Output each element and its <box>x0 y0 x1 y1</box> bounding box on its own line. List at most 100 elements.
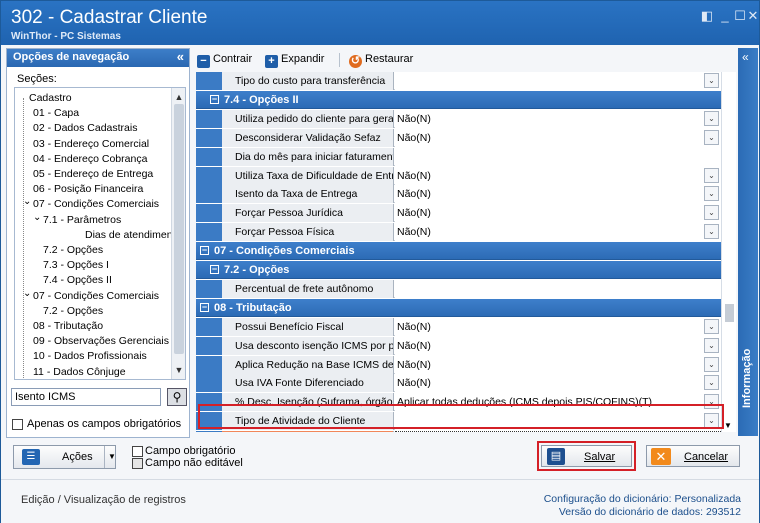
property-value[interactable]: Não(N)⌄ <box>395 185 721 204</box>
property-value[interactable]: Não(N)⌄ <box>395 109 721 128</box>
grid-category[interactable]: −07 - Condições Comerciais <box>196 242 721 261</box>
collapse-category-icon[interactable]: − <box>210 265 219 274</box>
grid-category[interactable]: −7.2 - Opções <box>196 261 721 279</box>
nav-item[interactable]: 09 - Observações Gerenciais <box>33 335 169 347</box>
property-value[interactable]: Não(N)⌄ <box>395 374 721 393</box>
scroll-down-icon[interactable]: ▼ <box>172 363 185 377</box>
collapse-nav-icon[interactable]: « <box>177 49 184 64</box>
chevron-down-icon[interactable]: ⌄ <box>704 73 719 88</box>
property-value[interactable]: Não(N)⌄ <box>395 204 721 223</box>
grid-category[interactable]: −7.4 - Opções II <box>196 90 721 109</box>
grid-row[interactable]: Utiliza pedido do cliente para geraç Não(… <box>196 109 721 128</box>
grid-row[interactable]: Usa IVA Fonte Diferenciado Não(N) ⌄ <box>196 374 721 393</box>
tree-guide-line <box>23 98 24 379</box>
nav-item[interactable]: 07 - Condições Comerciais <box>33 290 159 302</box>
nav-item[interactable]: 08 - Tributação <box>33 320 103 332</box>
cancel-label: Cancelar <box>684 451 729 463</box>
save-button[interactable]: ▤ Salvar <box>541 445 632 467</box>
grid-scroll-thumb[interactable] <box>725 304 734 322</box>
actions-button[interactable]: ☰ Ações ▼ <box>13 445 116 469</box>
grid-row[interactable]: Forçar Pessoa Física Não(N) ⌄ <box>196 223 721 242</box>
grid-row-selected[interactable]: Isento de ICMSNão(N)⌄ <box>196 431 721 432</box>
tree-expand-icon[interactable]: ⌄ <box>33 212 41 223</box>
scroll-up-icon[interactable]: ▲ <box>172 90 185 104</box>
restore-button[interactable]: ↺ Restaurar <box>349 53 413 68</box>
chevron-down-icon[interactable]: ⌄ <box>704 318 719 334</box>
cancel-button[interactable]: ✕ Cancelar <box>646 445 740 467</box>
nav-item[interactable]: 05 - Endereço de Entrega <box>33 168 153 180</box>
minimize-icon[interactable]: _ <box>717 9 733 23</box>
grid-row[interactable]: Percentual de frete autônomo <box>196 279 721 298</box>
only-required-checkbox[interactable] <box>12 419 23 430</box>
property-value[interactable]: Não(N)⌄ <box>395 336 721 355</box>
chevron-down-icon[interactable]: ⌄ <box>704 356 719 372</box>
navigation-tree[interactable]: Cadastro 01 - Capa 02 - Dados Cadastrais 03… <box>14 87 186 380</box>
nav-item[interactable]: 04 - Endereço Cobrança <box>33 153 147 165</box>
chevron-down-icon[interactable]: ⌄ <box>704 167 719 183</box>
chevron-down-icon[interactable]: ⌄ <box>704 186 719 202</box>
collapse-category-icon[interactable]: − <box>210 94 219 104</box>
chevron-down-icon[interactable]: ⌄ <box>704 129 719 145</box>
row-indent <box>196 317 222 336</box>
search-input[interactable]: Isento ICMS <box>11 388 161 406</box>
search-button[interactable]: ⚲ <box>167 388 187 406</box>
grid-row[interactable]: Aplica Redução na Base ICMS de TranNão(N… <box>196 355 721 374</box>
grid-row[interactable]: Forçar Pessoa Jurídica Não(N) ⌄ <box>196 204 721 223</box>
close-icon[interactable]: ✕ <box>745 9 760 23</box>
collapse-button[interactable]: − Contrair <box>197 53 252 68</box>
collapse-category-icon[interactable]: − <box>200 302 209 312</box>
info-panel[interactable]: « Informação <box>738 48 758 436</box>
row-indent <box>196 166 222 185</box>
grid-row[interactable]: Possui Benefício Fiscal Não(N) ⌄ <box>196 317 721 336</box>
property-value[interactable]: Não(N)⌄ <box>395 431 721 432</box>
nav-item[interactable]: Dias de atendimento <box>85 229 181 241</box>
nav-item[interactable]: 7.3 - Opções I <box>43 259 109 271</box>
grid-scroll-down-icon[interactable]: ▼ <box>724 421 732 430</box>
grid-row[interactable]: Dia do mês para iniciar faturament <box>196 147 721 166</box>
restore-window-icon[interactable]: ◧ <box>699 9 715 23</box>
nav-item[interactable]: 01 - Capa <box>33 107 79 119</box>
nav-scrollbar[interactable]: ▲ ▼ <box>171 88 185 379</box>
nav-item[interactable]: 11 - Dados Cônjuge <box>33 366 126 378</box>
nav-item[interactable]: 07 - Condições Comerciais <box>33 198 159 210</box>
nav-item[interactable]: 02 - Dados Cadastrais <box>33 122 137 134</box>
grid-row[interactable]: Isento da Taxa de Entrega Não(N) ⌄ <box>196 185 721 204</box>
nav-item[interactable]: 06 - Posição Financeira <box>33 183 143 195</box>
grid-row[interactable]: Desconsiderar Validação Sefaz Não(N) ⌄ <box>196 128 721 147</box>
floppy-disk-icon: ▤ <box>547 448 565 465</box>
nav-item[interactable]: 03 - Endereço Comercial <box>33 138 149 150</box>
nav-item[interactable]: 7.2 - Opções <box>43 244 103 256</box>
expand-button[interactable]: + Expandir <box>265 53 324 68</box>
chevron-down-icon[interactable]: ⌄ <box>704 337 719 353</box>
property-value[interactable]: ⌄ <box>395 72 721 90</box>
nav-item[interactable]: 7.1 - Parâmetros <box>43 214 121 226</box>
nav-item[interactable]: 10 - Dados Profissionais <box>33 350 147 362</box>
grid-category-label: 7.2 - Opções <box>224 264 290 276</box>
chevron-down-icon[interactable]: ⌄ <box>704 224 719 240</box>
tree-expand-icon[interactable]: ⌄ <box>23 196 31 207</box>
grid-row[interactable]: Usa desconto isenção ICMS por produNão(N… <box>196 336 721 355</box>
nav-item[interactable]: 7.2 - Opções <box>43 305 103 317</box>
collapse-info-icon[interactable]: « <box>742 50 749 64</box>
tree-expand-icon[interactable]: ⌄ <box>23 288 31 299</box>
grid-row[interactable]: Utiliza Taxa de Dificuldade de Entre Não(… <box>196 166 721 185</box>
dropdown-arrow-icon[interactable]: ▼ <box>108 452 116 461</box>
property-value[interactable]: Não(N)⌄ <box>395 355 721 374</box>
grid-scrollbar[interactable]: ▼ <box>721 72 736 432</box>
grid-category-label: 07 - Condições Comerciais <box>214 245 355 258</box>
chevron-down-icon[interactable]: ⌄ <box>704 110 719 126</box>
nav-item[interactable]: Cadastro <box>29 92 72 104</box>
collapse-category-icon[interactable]: − <box>200 246 209 256</box>
property-value[interactable]: Não(N)⌄ <box>395 166 721 185</box>
property-value[interactable]: Não(N)⌄ <box>395 223 721 242</box>
property-value[interactable]: Não(N)⌄ <box>395 128 721 147</box>
chevron-down-icon[interactable]: ⌄ <box>704 205 719 221</box>
grid-category[interactable]: −08 - Tributação <box>196 298 721 317</box>
grid-row[interactable]: Tipo do custo para transferência ⌄ <box>196 72 721 90</box>
property-value[interactable] <box>395 147 721 166</box>
nav-item[interactable]: 7.4 - Opções II <box>43 274 112 286</box>
nav-scroll-thumb[interactable] <box>174 104 184 354</box>
chevron-down-icon[interactable]: ⌄ <box>704 375 719 391</box>
property-value[interactable] <box>395 279 721 298</box>
property-value[interactable]: Não(N)⌄ <box>395 317 721 336</box>
